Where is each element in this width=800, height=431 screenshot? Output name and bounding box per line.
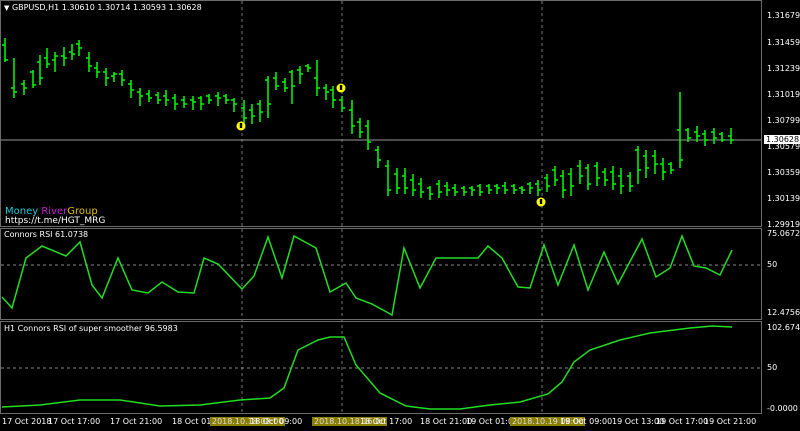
smoother-axis-top: 102.6748 <box>767 323 800 332</box>
time-tick: 17 Oct 17:00 <box>48 417 101 426</box>
price-tick: 1.31459 <box>767 38 800 47</box>
current-price-tag: 1.30628 <box>764 135 800 144</box>
chart-canvas <box>1 1 761 414</box>
price-tick: 1.30359 <box>767 168 800 177</box>
smoother-title: H1 Connors RSI of super smoother 96.5983 <box>4 324 178 333</box>
price-tick: 1.30799 <box>767 116 800 125</box>
price-tick: 1.31239 <box>767 64 800 73</box>
rsi-axis-top: 75.0672 <box>767 229 800 238</box>
dropdown-triangle-icon[interactable]: ▼ <box>4 4 9 12</box>
time-tick: 18 Oct 21:00 <box>420 417 473 426</box>
rsi-axis[interactable]: 75.0672 50 12.4756 <box>762 228 800 320</box>
time-tick: 19 Oct 09:00 <box>560 417 613 426</box>
price-tick: 1.31019 <box>767 90 800 99</box>
time-tick: 18 Oct 17:00 <box>360 417 413 426</box>
time-tick: 19 Oct 17:00 <box>656 417 709 426</box>
smoother-axis-bottom: -0.0000 <box>767 404 798 413</box>
time-tick: 19 Oct 21:00 <box>704 417 757 426</box>
brand-link[interactable]: https://t.me/HGT_MRG <box>5 216 105 226</box>
symbol-title: ▼ GBPUSD,H1 1.30610 1.30714 1.30593 1.30… <box>4 3 202 12</box>
connors-rsi-line <box>1 233 733 317</box>
price-tick: 1.30139 <box>767 194 800 203</box>
price-axis[interactable]: 1.31679 1.31459 1.31239 1.31019 1.30799 … <box>762 0 800 229</box>
smoother-axis-mid: 50 <box>767 363 778 372</box>
signal-marker-arrow <box>339 85 343 90</box>
rsi-axis-mid: 50 <box>767 260 778 269</box>
smoother-axis[interactable]: 102.6748 50 -0.0000 <box>762 321 800 414</box>
rsi-axis-bottom: 12.4756 <box>767 308 800 317</box>
signal-marker-arrow <box>539 199 543 204</box>
time-tick: 17 Oct 2018 <box>2 417 52 426</box>
price-tick: 1.31679 <box>767 11 800 20</box>
time-tick: 17 Oct 21:00 <box>110 417 163 426</box>
symbol-title-text: GBPUSD,H1 1.30610 1.30714 1.30593 1.3062… <box>11 3 202 12</box>
rsi-title: Connors RSI 61.0738 <box>4 230 89 239</box>
signal-marker-arrow <box>239 123 243 128</box>
time-tick: 18 Oct 09:00 <box>250 417 303 426</box>
